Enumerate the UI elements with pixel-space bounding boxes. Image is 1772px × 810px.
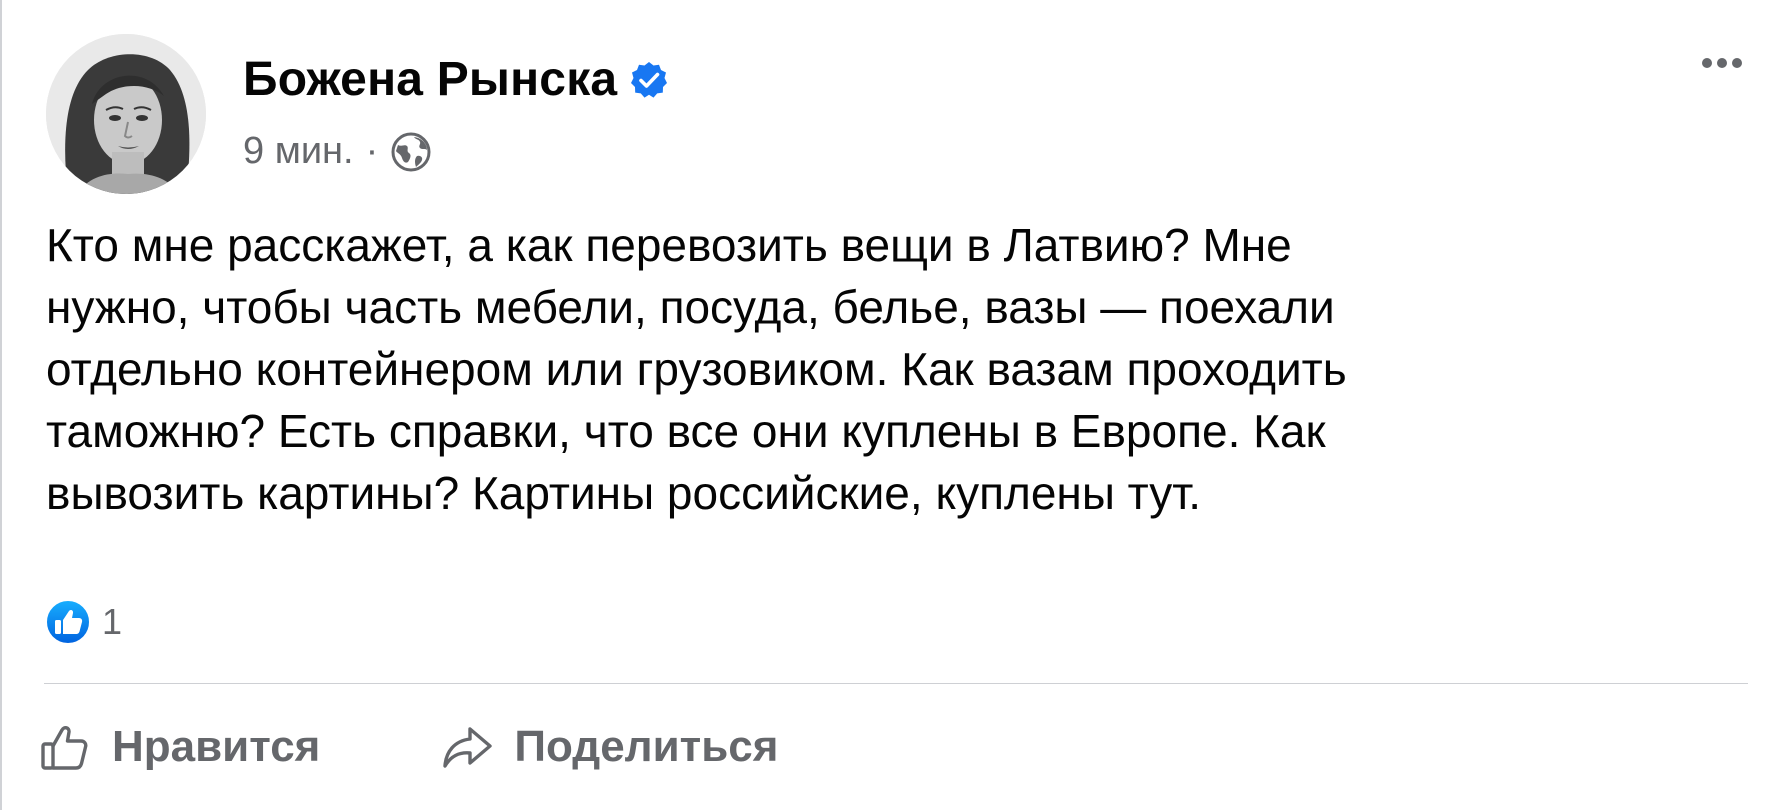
post-text-line: Кто мне расскажет, а как перевозить вещи… bbox=[46, 219, 1292, 271]
post-text-line: отдельно контейнером или грузовиком. Как… bbox=[46, 343, 1347, 395]
thumbs-up-icon bbox=[41, 725, 88, 770]
post-time[interactable]: 9 мин. bbox=[243, 130, 354, 173]
like-label: Нравится bbox=[112, 722, 321, 771]
share-button[interactable]: Поделиться bbox=[440, 720, 778, 774]
post-text-line: таможню? Есть справки, что все они купле… bbox=[46, 405, 1326, 457]
more-options-icon[interactable] bbox=[1702, 58, 1742, 68]
post-text-line: нужно, чтобы часть мебели, посуда, белье… bbox=[46, 281, 1335, 333]
reactions-summary[interactable]: 1 bbox=[44, 598, 122, 646]
share-label: Поделиться bbox=[514, 722, 779, 771]
like-button[interactable]: Нравится bbox=[38, 720, 320, 774]
more-dot bbox=[1732, 58, 1742, 68]
panel-edge bbox=[0, 0, 2, 810]
more-dot bbox=[1702, 58, 1712, 68]
author-row: Божена Рынска bbox=[243, 52, 669, 107]
verified-badge-icon bbox=[631, 61, 668, 98]
author-name[interactable]: Божена Рынска bbox=[243, 52, 617, 107]
post-meta: 9 мин. · bbox=[243, 130, 432, 173]
post-text: Кто мне расскажет, а как перевозить вещи… bbox=[46, 214, 1746, 524]
author-avatar[interactable] bbox=[46, 34, 206, 194]
globe-icon[interactable] bbox=[390, 131, 432, 173]
like-reaction-icon bbox=[45, 599, 91, 645]
meta-separator: · bbox=[365, 130, 379, 172]
post-text-line: вывозить картины? Картины российские, ку… bbox=[46, 467, 1202, 519]
facebook-post: Божена Рынска 9 мин. · Кто мне расскажет… bbox=[0, 0, 1772, 810]
share-arrow-icon bbox=[443, 727, 493, 768]
avatar-photo bbox=[46, 34, 206, 194]
divider bbox=[44, 683, 1748, 684]
reaction-count: 1 bbox=[102, 601, 123, 642]
post-actions: Нравится Поделиться bbox=[38, 720, 778, 774]
more-dot bbox=[1717, 58, 1727, 68]
